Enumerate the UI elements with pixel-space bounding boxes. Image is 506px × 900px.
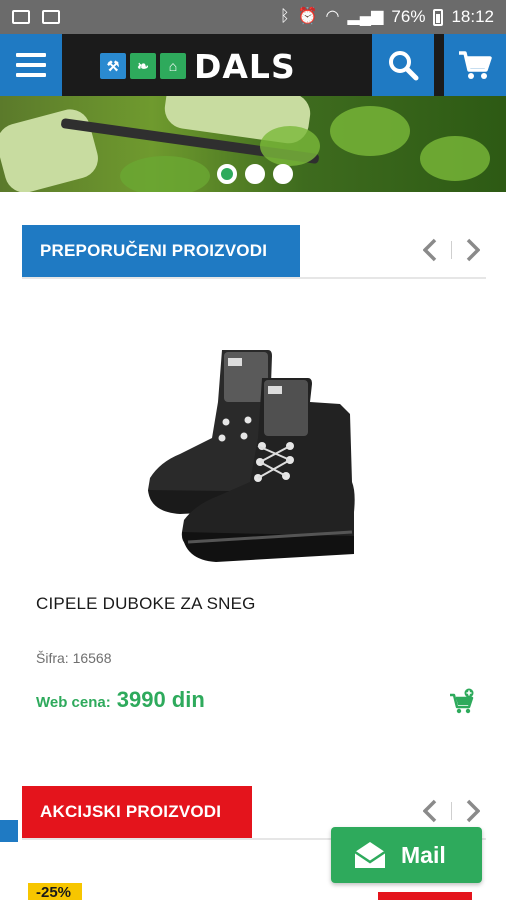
price-value: 3990 din — [116, 687, 205, 712]
garden-icon: ❧ — [130, 53, 156, 79]
prev-arrow-icon[interactable] — [419, 796, 441, 826]
add-to-cart-icon[interactable] — [449, 688, 475, 714]
product-name[interactable]: CIPELE DUBOKE ZA SNEG — [36, 594, 256, 614]
recommended-title: PREPORUČENI PROIZVODI — [22, 225, 300, 277]
search-button[interactable] — [372, 34, 434, 96]
slide-dot-1[interactable] — [217, 164, 237, 184]
activity-notification-icon — [42, 10, 60, 24]
logo-text: DALS — [194, 46, 296, 86]
arrow-divider — [451, 241, 452, 259]
cart-icon — [459, 51, 492, 79]
hamburger-icon-line — [16, 73, 46, 77]
banner-leaf — [420, 136, 490, 181]
recommended-carousel-nav — [419, 235, 484, 265]
sale-product-label — [378, 892, 472, 900]
side-drawer-handle[interactable] — [0, 820, 18, 842]
battery-icon — [433, 8, 444, 26]
arrow-divider — [451, 802, 452, 820]
product-price-row: Web cena: 3990 din — [36, 687, 205, 713]
recommended-section-header: PREPORUČENI PROIZVODI — [22, 225, 486, 279]
hamburger-icon-line — [16, 63, 46, 67]
house-icon: ⌂ — [160, 53, 186, 79]
logo[interactable]: ⚒ ❧ ⌂ DALS — [100, 47, 296, 86]
search-icon — [389, 51, 419, 81]
banner-leaf — [330, 106, 410, 156]
app-header: ⚒ ❧ ⌂ DALS — [0, 34, 506, 96]
battery-percent: 76% — [391, 7, 426, 26]
menu-button[interactable] — [0, 34, 62, 96]
cart-button[interactable] — [444, 34, 506, 96]
signal-icon: ▂▄▆ — [347, 8, 384, 25]
price-label: Web cena: — [36, 694, 111, 711]
slide-dot-3[interactable] — [273, 164, 293, 184]
next-arrow-icon[interactable] — [462, 235, 484, 265]
mail-icon — [354, 842, 386, 868]
banner-pagination — [217, 164, 293, 184]
product-image[interactable] — [140, 342, 364, 572]
gallery-notification-icon — [12, 10, 30, 24]
status-bar: ᛒ ⏰ ◠ ▂▄▆ 76% 18:12 — [0, 0, 506, 34]
product-sku: Šifra: 16568 — [36, 650, 112, 666]
hamburger-icon — [16, 53, 46, 57]
next-arrow-icon[interactable] — [462, 796, 484, 826]
banner-leaf — [120, 156, 210, 192]
prev-arrow-icon[interactable] — [419, 235, 441, 265]
tools-icon: ⚒ — [100, 53, 126, 79]
slide-dot-2[interactable] — [245, 164, 265, 184]
discount-badge: -25% — [28, 883, 82, 900]
banner-leaf — [260, 126, 320, 166]
mail-button-label: Mail — [401, 841, 446, 868]
bluetooth-icon: ᛒ — [279, 8, 290, 25]
mail-button[interactable]: Mail — [331, 827, 482, 883]
banner-glove-left — [0, 104, 103, 192]
sale-carousel-nav — [419, 796, 484, 826]
wifi-icon: ◠ — [325, 8, 340, 25]
alarm-icon: ⏰ — [297, 8, 318, 25]
sale-title: AKCIJSKI PROIZVODI — [22, 786, 252, 838]
clock: 18:12 — [451, 7, 494, 26]
